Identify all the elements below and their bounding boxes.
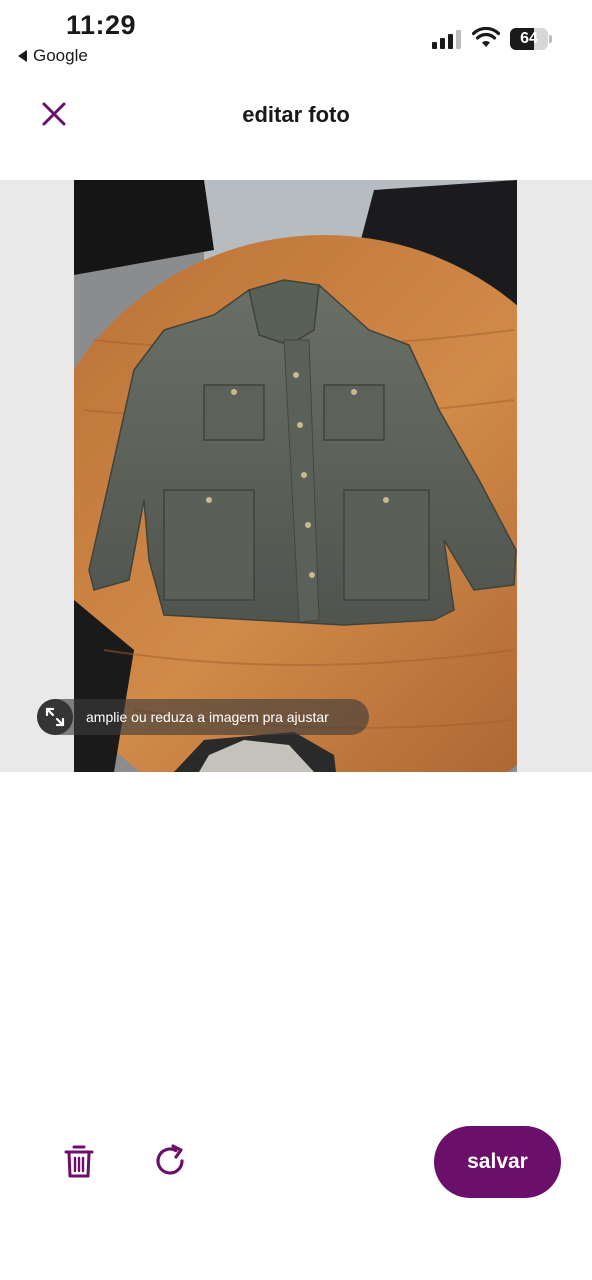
battery-indicator: 64	[510, 28, 552, 50]
delete-button[interactable]	[55, 1137, 103, 1185]
status-bar: 11:29 Google 64	[0, 0, 592, 72]
trash-icon	[64, 1145, 94, 1178]
status-time: 11:29	[66, 10, 137, 40]
back-triangle-icon	[18, 50, 27, 62]
jacket-photo[interactable]	[74, 180, 517, 772]
save-button[interactable]: salvar	[434, 1126, 561, 1198]
zoom-hint-text: amplie ou reduza a imagem pra ajustar	[86, 709, 329, 725]
rotate-icon	[156, 1144, 184, 1175]
header: editar foto	[0, 86, 592, 146]
back-to-app-link[interactable]: Google	[18, 46, 88, 66]
rotate-button[interactable]	[146, 1137, 194, 1185]
battery-percent: 64	[520, 30, 538, 47]
photo-editor-area[interactable]: amplie ou reduza a imagem pra ajustar	[0, 180, 592, 772]
wifi-icon	[472, 27, 500, 47]
page-title: editar foto	[242, 102, 350, 127]
jacket-photo-illustration	[74, 180, 517, 772]
cellular-signal-icon	[432, 29, 461, 49]
zoom-hint-toast: amplie ou reduza a imagem pra ajustar	[37, 699, 369, 735]
bottom-toolbar: salvar	[0, 1120, 592, 1210]
resize-icon	[37, 699, 73, 735]
back-app-label: Google	[33, 46, 88, 65]
